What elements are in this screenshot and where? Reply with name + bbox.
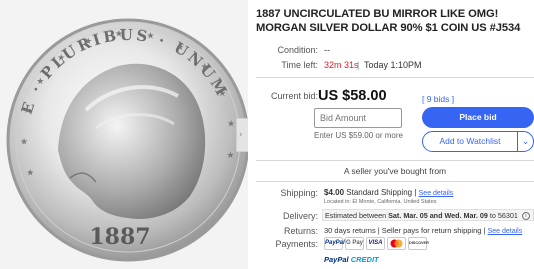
shipping-cost: $4.00 [324,188,345,197]
visa-logo: VISA [366,237,385,250]
watchlist-dropdown-button[interactable]: ⌄ [517,131,534,152]
coin-star: ★ [20,137,28,147]
mastercard-circles-icon [390,239,403,248]
paypal-logo: PayPal [324,237,345,250]
delivery-estimate: Estimated between Sat. Mar. 05 and Wed. … [325,211,530,221]
paypal-credit-brand-b: CREDIT [350,255,379,264]
divider [256,77,534,78]
coin-star: ★ [226,150,234,160]
coin-star: ★ [23,105,31,115]
chevron-down-icon: ⌄ [521,136,530,146]
bid-minimum-hint: Enter US $59.00 or more [314,131,403,140]
info-icon[interactable]: i [521,212,530,221]
discover-logo: DISCOVER [408,237,429,250]
current-bid-label: Current bid: [270,91,318,101]
shipping-method: Standard Shipping | [346,188,417,197]
time-left-label: Time left: [281,60,318,70]
time-left-value: 32m 31s [324,60,359,70]
listing-details: 1887 UNCIRCULATED BU MIRROR LIKE OMG! MO… [256,0,534,269]
divider [256,181,534,182]
returns-info: 30 days returns | Seller pays for return… [324,226,522,235]
coin-star: ★ [227,118,235,128]
paypal-credit-logo: PayPal CREDIT [324,255,379,264]
bid-count-link[interactable]: [ 9 bids ] [422,94,454,104]
returns-details-link[interactable]: See details [488,228,523,235]
divider [256,160,534,161]
add-to-watchlist-button[interactable]: Add to Watchlist [422,131,518,152]
time-separator: | [357,60,360,70]
condition-value: -- [324,45,330,55]
coin-star: ★ [176,42,184,52]
image-next-handle[interactable]: › [236,118,248,152]
delivery-zip[interactable]: to 56301 [490,211,518,220]
coin-star: ★ [218,88,226,98]
google-pay-logo: G Pay [345,237,364,250]
item-photo[interactable]: E · PLURIBUS · UNUM ★ ★ ★ ★ ★ ★ ★ ★ ★ ★ ★ ★ ★ 1887 › [0,0,248,269]
delivery-dates: Sat. Mar. 05 and Wed. Mar. 09 [388,211,488,220]
coin-date: 1887 [89,224,150,250]
returns-label: Returns: [283,226,318,236]
delivery-label: Delivery: [282,211,318,221]
coin-star: ★ [57,52,65,62]
coin-star: ★ [36,76,44,86]
shipping-label: Shipping: [280,188,318,198]
paypal-credit-brand-a: PayPal [324,255,349,264]
coin-star: ★ [26,168,34,178]
delivery-prefix: Estimated between [325,211,387,220]
seller-bought-note: A seller you've bought from [343,166,447,176]
returns-text: 30 days returns | Seller pays for return… [324,226,486,235]
bid-amount-input[interactable] [314,108,402,128]
condition-label: Condition: [277,45,318,55]
chevron-right-icon: › [239,130,243,140]
current-bid-price: US $58.00 [318,88,387,104]
coin-star: ★ [201,62,209,72]
shipping-details-link[interactable]: See details [419,190,454,197]
coin-star: ★ [115,28,123,38]
auction-end-time: Today 1:10PM [364,60,422,70]
listing-title: 1887 UNCIRCULATED BU MIRROR LIKE OMG! MO… [256,8,521,34]
coin-star: ★ [84,36,92,46]
morgan-dollar-image: E · PLURIBUS · UNUM ★★★★★★★ ★★★★★★ 1887 [0,0,248,269]
coin-star: ★ [146,31,154,41]
payments-label: Payments: [275,239,318,249]
shipping-info: $4.00 Standard Shipping | See details [324,188,453,197]
mastercard-logo [387,237,406,250]
place-bid-button[interactable]: Place bid [422,107,534,128]
item-location: Located in: El Monte, California, United… [324,199,437,205]
